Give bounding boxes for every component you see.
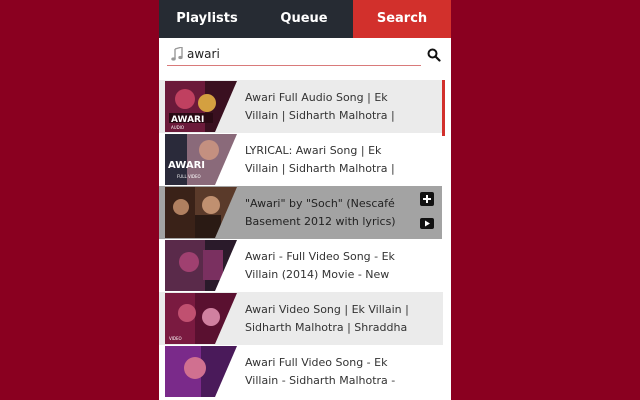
search-results-list: AWARI AUDIO Awari Full Audio Song | Ek V… [159,80,451,400]
list-item[interactable]: Awari Full Video Song - Ek Villain - Sid… [159,345,443,398]
search-icon[interactable] [427,48,441,62]
list-item[interactable]: AWARI FULL VIDEO LYRICAL: Awari Song | E… [159,133,443,186]
tab-playlists[interactable]: Playlists [159,0,255,38]
list-item[interactable]: VIDEO Awari Video Song | Ek Villain | Si… [159,292,443,345]
music-note-icon [171,47,183,61]
tab-search[interactable]: Search [353,0,451,38]
svg-text:FULL VIDEO: FULL VIDEO [177,174,201,179]
video-thumbnail [165,346,237,397]
video-thumbnail: AWARI FULL VIDEO [165,134,237,185]
video-thumbnail [165,187,237,238]
search-field [167,44,421,66]
list-item[interactable]: Awari - Full Video Song - Ek Villain (20… [159,239,443,292]
video-thumbnail: AWARI AUDIO [165,81,237,132]
result-title: Awari - Full Video Song - Ek Villain (20… [245,250,395,281]
tab-queue[interactable]: Queue [255,0,353,38]
list-item[interactable]: "Awari" by "Soch" (Nescafé Basement 2012… [159,186,442,239]
add-to-playlist-icon[interactable] [420,192,434,206]
results-scrollbar[interactable] [442,80,445,136]
tab-bar: Playlists Queue Search [159,0,451,38]
svg-text:AWARI: AWARI [171,115,204,125]
result-title: LYRICAL: Awari Song | Ek Villain | Sidha… [245,144,395,175]
search-bar [167,44,445,68]
video-thumbnail: VIDEO [165,293,237,344]
play-video-icon[interactable] [420,218,434,229]
result-title: "Awari" by "Soch" (Nescafé Basement 2012… [245,197,396,228]
svg-text:AWARI: AWARI [168,160,205,171]
result-title: Awari Video Song | Ek Villain | Sidharth… [245,303,409,334]
svg-text:VIDEO: VIDEO [169,336,182,341]
result-title: Awari Full Audio Song | Ek Villain | Sid… [245,91,395,122]
svg-text:AUDIO: AUDIO [171,125,184,130]
result-title: Awari Full Video Song - Ek Villain - Sid… [245,356,396,387]
search-input[interactable] [187,45,413,63]
list-item[interactable]: AWARI AUDIO Awari Full Audio Song | Ek V… [159,80,443,133]
music-panel: Playlists Queue Search awari AWARI AUDIO… [159,0,451,400]
video-thumbnail [165,240,237,291]
